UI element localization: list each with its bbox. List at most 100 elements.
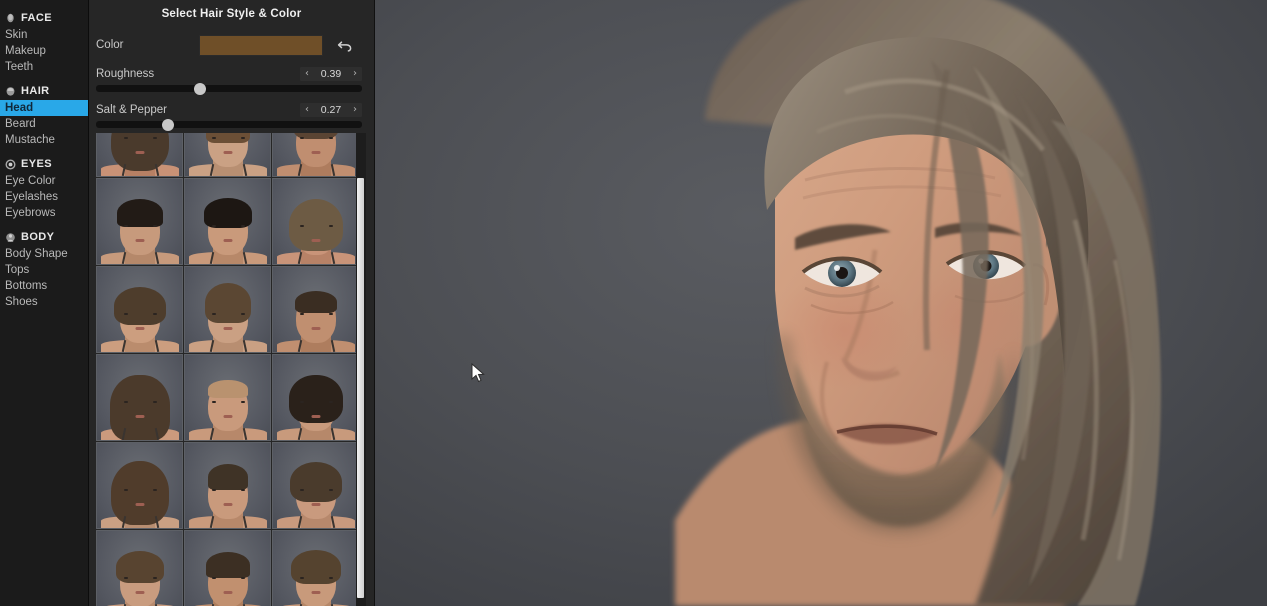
sidebar-item-head[interactable]: Head — [0, 100, 88, 116]
stepper-roughness: ‹ 0.39 › — [300, 67, 362, 81]
sidebar-item-mustache[interactable]: Mustache — [0, 132, 88, 148]
thumbnail-portrait — [97, 133, 182, 176]
hairstyle-thumbnail[interactable] — [96, 178, 183, 265]
hairstyle-thumbnail[interactable] — [184, 530, 271, 606]
slider-handle-salt-pepper[interactable] — [161, 118, 174, 131]
slider-salt-pepper: Salt & Pepper ‹ 0.27 › — [89, 103, 374, 131]
thumbnail-portrait — [97, 179, 182, 264]
slider-value-salt-pepper[interactable]: 0.27 — [314, 103, 348, 117]
category-label: HAIR — [21, 85, 50, 97]
category-header-body[interactable]: BODY — [0, 229, 88, 245]
category-header-hair[interactable]: HAIR — [0, 83, 88, 99]
hair-icon — [5, 86, 16, 97]
thumbnail-portrait — [97, 531, 182, 606]
sidebar-item-eyelashes[interactable]: Eyelashes — [0, 189, 88, 205]
sidebar-item-eye-color[interactable]: Eye Color — [0, 173, 88, 189]
hairstyle-thumbnail[interactable] — [184, 442, 271, 529]
stepper-salt-pepper: ‹ 0.27 › — [300, 103, 362, 117]
hair-options-panel: Select Hair Style & Color Color Roughnes… — [89, 0, 375, 606]
sidebar-item-beard[interactable]: Beard — [0, 116, 88, 132]
hairstyle-thumbnail[interactable] — [96, 133, 183, 177]
slider-track-roughness[interactable] — [96, 82, 362, 95]
category-block-face: FACE Skin Makeup Teeth — [0, 10, 88, 75]
thumbnail-portrait — [185, 443, 270, 528]
face-icon — [5, 13, 16, 24]
slider-label-roughness: Roughness — [96, 68, 155, 80]
hairstyle-thumbnail[interactable] — [272, 442, 359, 529]
slider-list: Roughness ‹ 0.39 › Salt & Pepper ‹ 0.27 › — [89, 67, 374, 131]
slider-handle-roughness[interactable] — [193, 82, 206, 95]
sidebar-item-body-shape[interactable]: Body Shape — [0, 246, 88, 262]
category-items: Eye Color Eyelashes Eyebrows — [0, 173, 88, 221]
sidebar-item-skin[interactable]: Skin — [0, 27, 88, 43]
thumbnail-portrait — [273, 133, 358, 176]
hairstyle-thumbnail[interactable] — [272, 354, 359, 441]
slider-header: Roughness ‹ 0.39 › — [96, 67, 362, 81]
character-viewport[interactable] — [375, 0, 1267, 606]
eye-icon — [5, 158, 16, 170]
chevron-right-icon[interactable]: › — [348, 67, 362, 81]
chevron-right-icon[interactable]: › — [348, 103, 362, 117]
thumbnail-portrait — [97, 267, 182, 352]
color-row: Color — [89, 34, 374, 56]
hairstyle-thumbnail[interactable] — [96, 266, 183, 353]
undo-arrow-icon[interactable] — [336, 36, 354, 54]
sidebar-item-eyebrows[interactable]: Eyebrows — [0, 205, 88, 221]
chevron-left-icon[interactable]: ‹ — [300, 67, 314, 81]
category-items: Skin Makeup Teeth — [0, 27, 88, 75]
thumbnail-portrait — [185, 179, 270, 264]
hairstyle-thumbnail[interactable] — [96, 442, 183, 529]
slider-roughness: Roughness ‹ 0.39 › — [89, 67, 374, 95]
sidebar-item-tops[interactable]: Tops — [0, 262, 88, 278]
thumbnail-scrollbar-thumb[interactable] — [357, 178, 364, 598]
slider-track-salt-pepper[interactable] — [96, 118, 362, 131]
hairstyle-thumbnail-grid[interactable] — [96, 133, 360, 606]
hairstyle-thumbnail[interactable] — [272, 266, 359, 353]
hairstyle-thumbnail[interactable] — [272, 133, 359, 177]
thumbnail-portrait — [273, 531, 358, 606]
thumbnail-scrollbar-track[interactable] — [356, 133, 366, 606]
slider-value-roughness[interactable]: 0.39 — [314, 67, 348, 81]
category-label: BODY — [21, 231, 55, 243]
category-block-hair: HAIR Head Beard Mustache — [0, 83, 88, 148]
thumbnail-portrait — [97, 355, 182, 440]
sidebar-item-makeup[interactable]: Makeup — [0, 43, 88, 59]
color-label: Color — [96, 39, 124, 51]
category-block-body: BODY Body Shape Tops Bottoms Shoes — [0, 229, 88, 310]
panel-title: Select Hair Style & Color — [161, 8, 302, 20]
thumbnail-portrait — [97, 443, 182, 528]
category-items: Head Beard Mustache — [0, 100, 88, 148]
thumbnail-portrait — [273, 443, 358, 528]
thumbnail-portrait — [273, 179, 358, 264]
thumbnail-portrait — [185, 267, 270, 352]
slider-label-salt-pepper: Salt & Pepper — [96, 104, 167, 116]
thumbnail-portrait — [185, 355, 270, 440]
hairstyle-thumbnail[interactable] — [184, 133, 271, 177]
thumbnail-portrait — [185, 133, 270, 176]
category-label: EYES — [21, 158, 52, 170]
hairstyle-thumbnail[interactable] — [184, 266, 271, 353]
sidebar-item-shoes[interactable]: Shoes — [0, 294, 88, 310]
hairstyle-thumbnail[interactable] — [272, 178, 359, 265]
category-block-eyes: EYES Eye Color Eyelashes Eyebrows — [0, 156, 88, 221]
category-items: Body Shape Tops Bottoms Shoes — [0, 246, 88, 310]
sidebar-item-teeth[interactable]: Teeth — [0, 59, 88, 75]
hairstyle-thumbnail[interactable] — [96, 530, 183, 606]
character-creator-window: FACE Skin Makeup Teeth HAIR Head Beard Mustache… — [0, 0, 1267, 606]
body-icon — [5, 232, 16, 243]
hairstyle-thumbnail[interactable] — [184, 178, 271, 265]
hairstyle-thumbnail[interactable] — [272, 530, 359, 606]
hairstyle-thumbnail[interactable] — [96, 354, 183, 441]
character-head-render — [375, 0, 1267, 606]
sidebar-item-bottoms[interactable]: Bottoms — [0, 278, 88, 294]
hairstyle-thumbnail[interactable] — [184, 354, 271, 441]
chevron-left-icon[interactable]: ‹ — [300, 103, 314, 117]
thumbnail-portrait — [185, 531, 270, 606]
thumbnail-portrait — [273, 267, 358, 352]
thumbnail-portrait — [273, 355, 358, 440]
category-header-eyes[interactable]: EYES — [0, 156, 88, 172]
hair-color-swatch[interactable] — [199, 34, 323, 56]
category-header-face[interactable]: FACE — [0, 10, 88, 26]
slider-header: Salt & Pepper ‹ 0.27 › — [96, 103, 362, 117]
category-sidebar: FACE Skin Makeup Teeth HAIR Head Beard Mustache… — [0, 0, 89, 606]
